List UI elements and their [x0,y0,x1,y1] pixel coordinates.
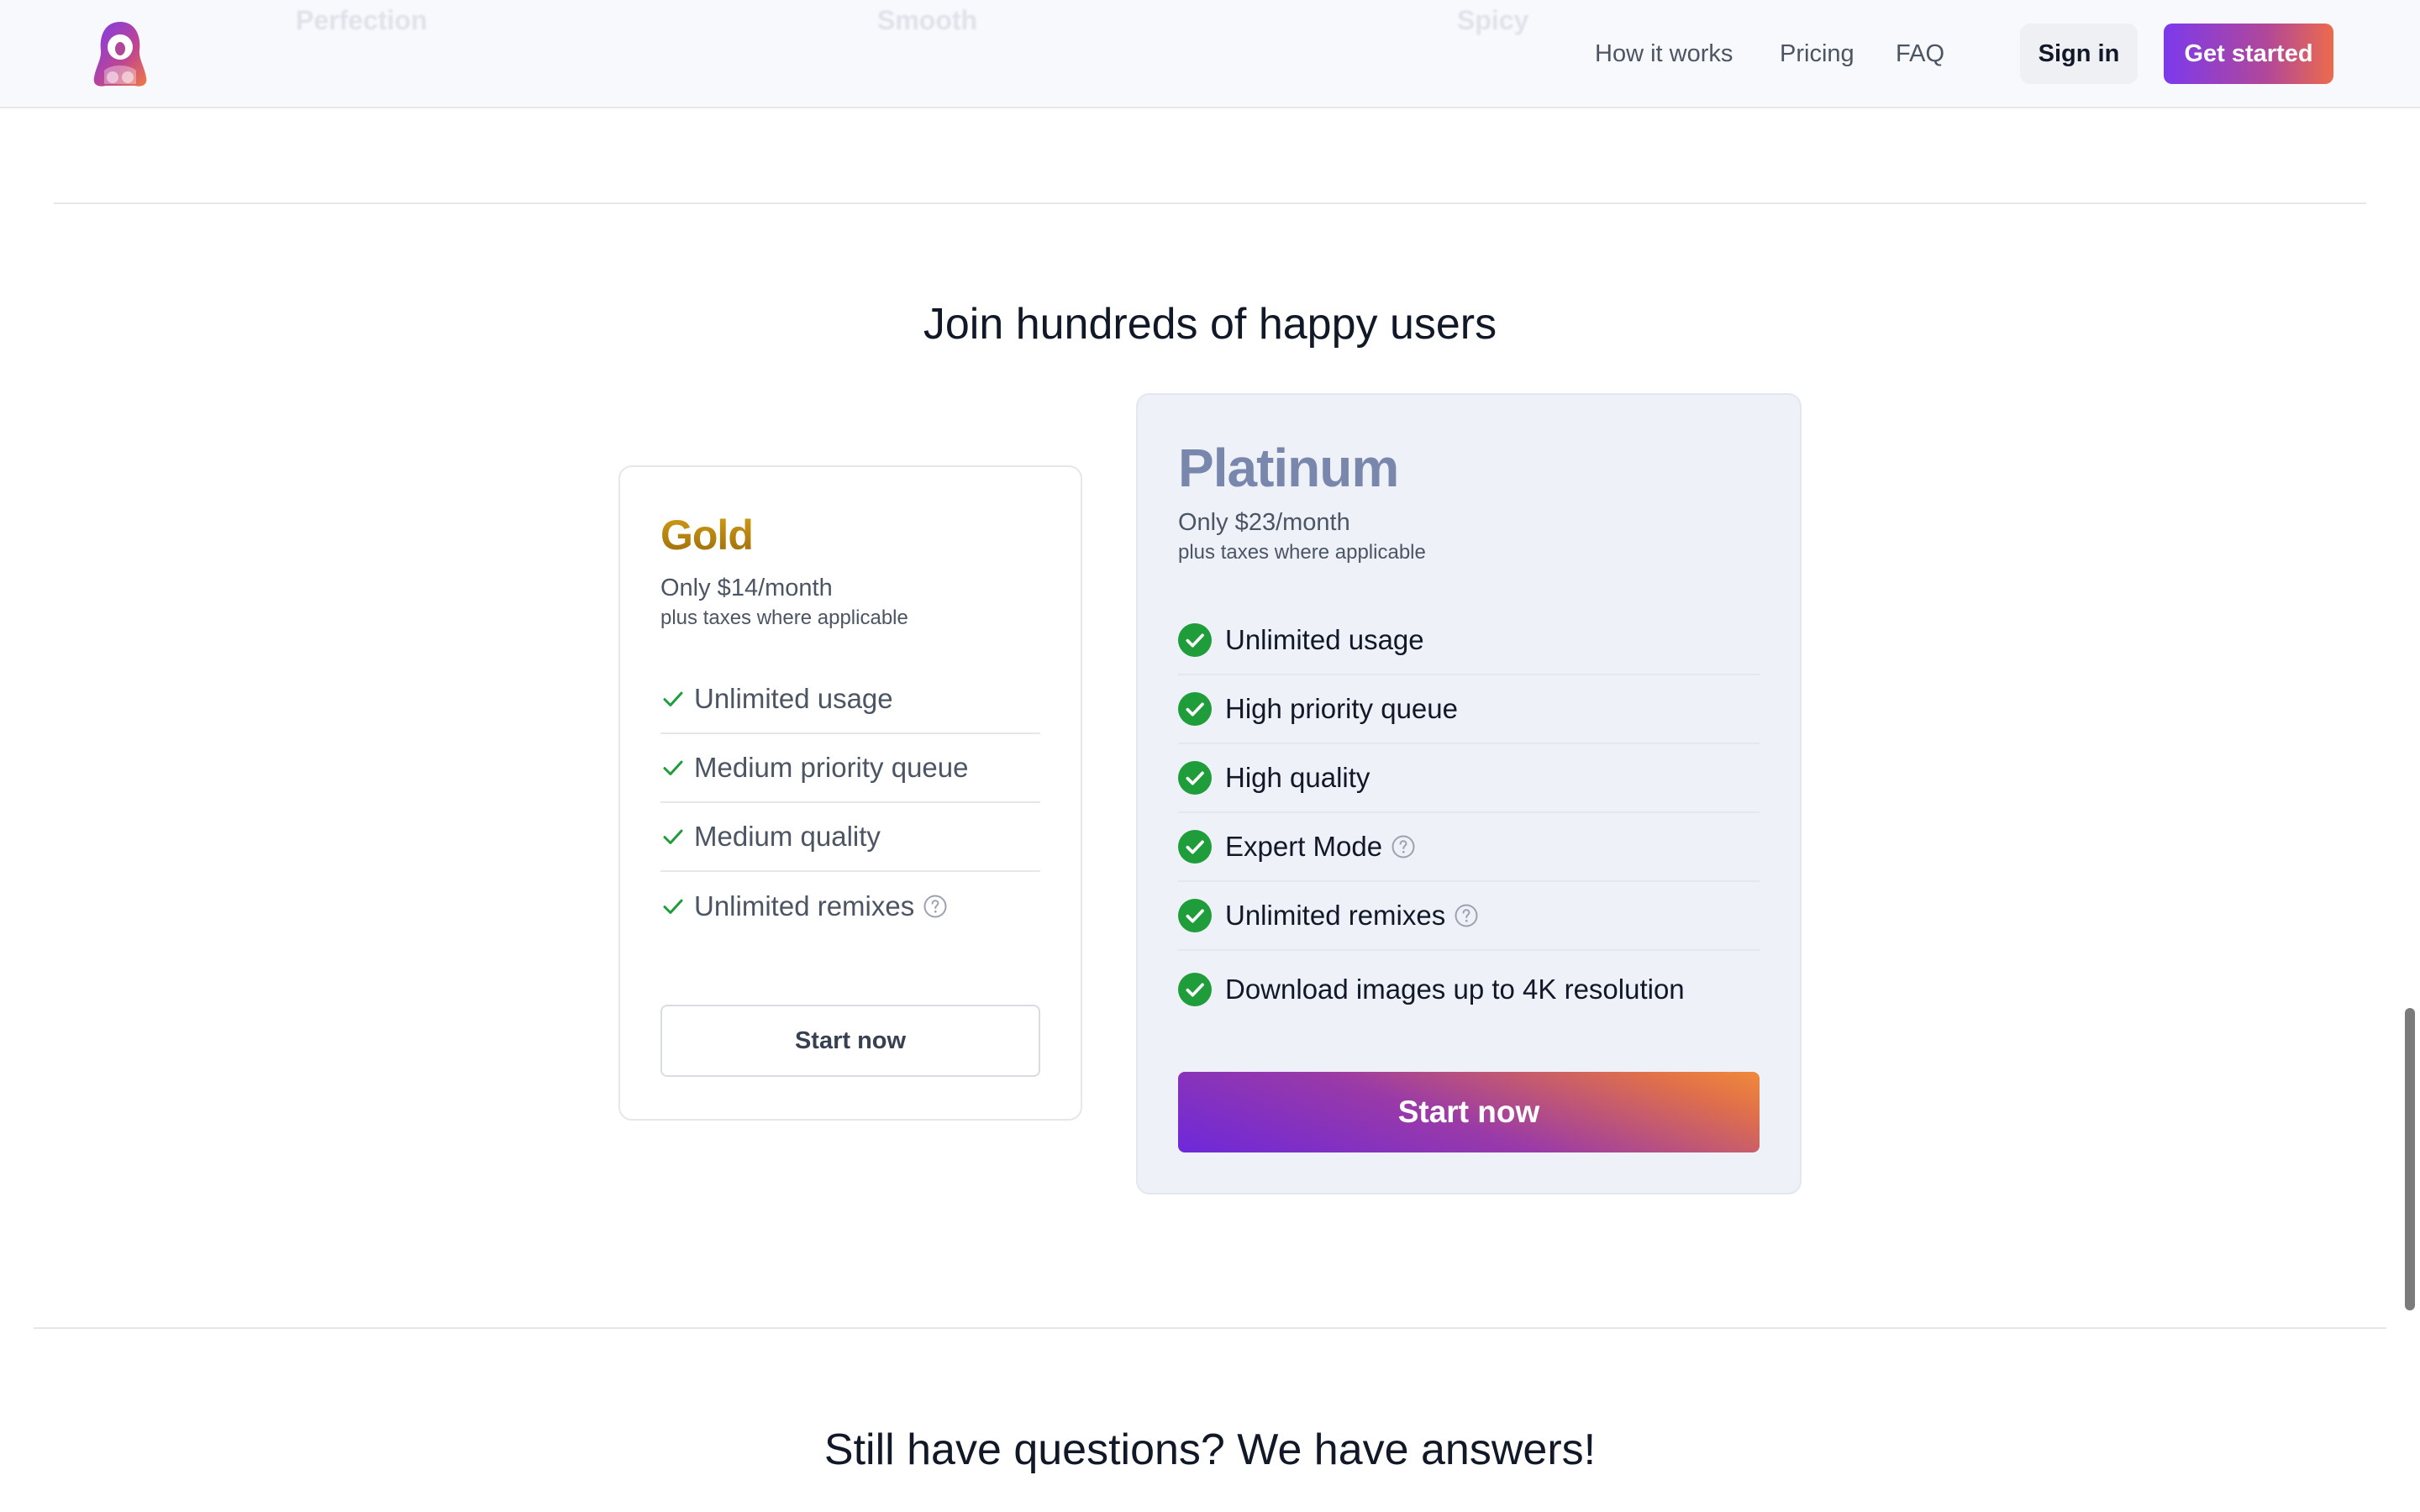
check-icon [663,760,683,775]
check-icon [663,829,683,844]
check-circle-icon [1178,761,1212,795]
page-scrollbar-thumb[interactable] [2405,1008,2415,1310]
plan-taxes-gold: plus taxes where applicable [660,606,908,629]
gold-start-now-button[interactable]: Start now [660,1005,1040,1077]
feature-item: Unlimited usage [1178,606,1760,675]
feature-item: Unlimited usage [660,665,1040,734]
feature-label: Unlimited remixes [1225,900,1446,931]
check-circle-icon [1178,692,1212,726]
feature-label: Unlimited usage [1225,624,1424,655]
feature-label: Expert Mode [1225,831,1383,862]
section-divider-bottom [34,1327,2386,1329]
feature-item: High quality [1178,744,1760,813]
plan-name-gold: Gold [660,512,754,559]
help-circle-icon[interactable] [923,894,948,919]
feature-item: Medium quality [660,803,1040,872]
plan-price-platinum: Only $23/month [1178,509,1350,536]
check-icon [663,691,683,706]
feature-label: High quality [1225,762,1370,793]
feature-item: Medium priority queue [660,734,1040,803]
nav-link-how-it-works[interactable]: How it works [1595,40,1733,68]
nav-pricing[interactable]: Pricing [1780,24,1854,84]
feature-item: Expert Mode [1178,813,1760,882]
background-label-perfection: Perfection [296,5,428,35]
get-started-button[interactable]: Get started [2164,24,2333,84]
check-icon [663,899,683,914]
feature-label: Medium quality [694,821,881,852]
plan-name-platinum: Platinum [1178,438,1399,498]
feature-item: Unlimited remixes [660,872,1040,941]
feature-label: Unlimited remixes [694,890,915,921]
feature-label: Medium priority queue [694,752,969,783]
nav-link-pricing[interactable]: Pricing [1780,40,1854,68]
feature-label: High priority queue [1225,693,1458,724]
help-circle-icon[interactable] [1391,834,1416,859]
plan-card-platinum: Platinum Only $23/month plus taxes where… [1136,393,1802,1194]
nav-how-it-works[interactable]: How it works [1595,24,1733,84]
faq-section-title: Still have questions? We have answers! [823,1425,1597,1474]
help-circle-icon[interactable] [1454,903,1479,928]
sign-in-button[interactable]: Sign in [2020,24,2138,84]
top-nav-bar: Perfection Smooth Spicy How it works Pri… [0,0,2420,108]
check-circle-icon [1178,973,1212,1006]
feature-item: Download images up to 4K resolution [1178,951,1760,1028]
feature-label: Unlimited usage [694,683,893,714]
nav-faq[interactable]: FAQ [1896,24,1944,84]
feature-item: High priority queue [1178,675,1760,744]
plan-card-gold: Gold Only $14/month plus taxes where app… [618,465,1082,1121]
astronaut-logo-icon[interactable] [87,18,153,89]
check-circle-icon [1178,830,1212,864]
pricing-section-title: Join hundreds of happy users [923,300,1497,349]
section-divider-top [54,202,2366,204]
nav-link-faq[interactable]: FAQ [1896,40,1944,68]
plan-price-gold: Only $14/month [660,575,833,601]
background-label-spicy: Spicy [1457,5,1529,35]
feature-list-gold: Unlimited usage Medium priority queue Me… [660,665,1040,941]
background-label-smooth: Smooth [877,5,978,35]
feature-list-platinum: Unlimited usage High priority queue High… [1178,606,1760,1028]
feature-item: Unlimited remixes [1178,882,1760,951]
platinum-start-now-button[interactable]: Start now [1178,1072,1760,1152]
check-circle-icon [1178,899,1212,932]
feature-label: Download images up to 4K resolution [1225,974,1685,1005]
plan-taxes-platinum: plus taxes where applicable [1178,541,1426,564]
check-circle-icon [1178,623,1212,657]
